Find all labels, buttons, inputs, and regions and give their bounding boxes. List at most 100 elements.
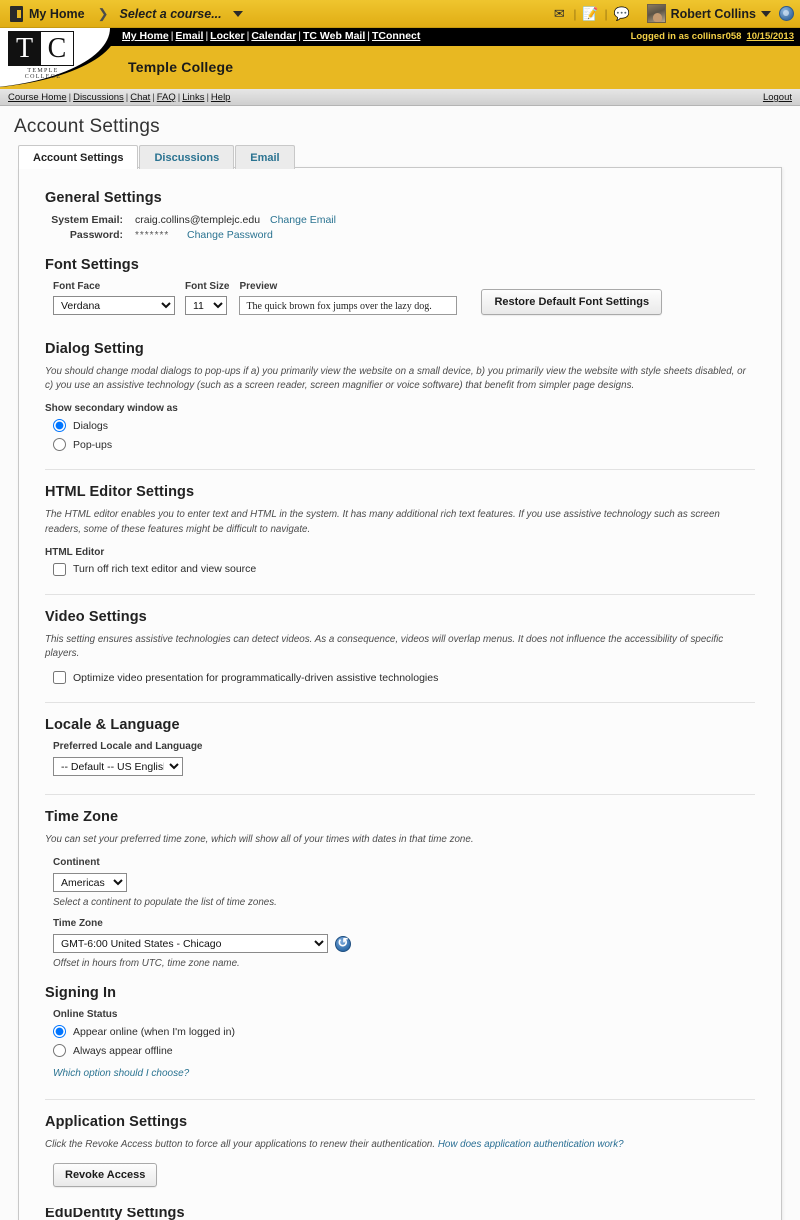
- my-home-link[interactable]: My Home: [29, 7, 85, 21]
- checkbox-rich-text-editor-label: Turn off rich text editor and view sourc…: [73, 563, 257, 576]
- time-zone-note: Offset in hours from UTC, time zone name…: [53, 958, 240, 970]
- refresh-icon[interactable]: [335, 935, 351, 952]
- font-size-select[interactable]: 11: [185, 296, 227, 315]
- chevron-down-icon[interactable]: [232, 10, 243, 17]
- global-top-bar: My Home ❯ Select a course... ✉ | 📝 | 💬 R…: [0, 0, 800, 28]
- settings-panel: General Settings System Email: craig.col…: [18, 167, 782, 1220]
- radio-row-always-offline[interactable]: Always appear offline: [53, 1044, 755, 1058]
- nav-link-locker[interactable]: Locker: [210, 30, 244, 42]
- application-settings-description: Click the Revoke Access button to force …: [45, 1138, 755, 1152]
- black-nav-bar: My Home | Email | Locker | Calendar | TC Web Mai…: [0, 28, 800, 46]
- user-menu-label[interactable]: Robert Collins: [671, 7, 756, 21]
- course-nav-links: Course Home | Discussions | Chat | FAQ | Links | H…: [8, 92, 231, 103]
- globe-icon[interactable]: [779, 6, 794, 21]
- tab-discussions[interactable]: Discussions: [139, 145, 235, 169]
- temple-college-logo[interactable]: T C TEMPLE COLLEGE: [8, 31, 78, 80]
- general-settings-heading: General Settings: [45, 190, 162, 206]
- divider: [45, 794, 755, 796]
- logout-container: Logout: [763, 92, 792, 103]
- course-nav-bar: Course Home | Discussions | Chat | FAQ | Links | H…: [0, 89, 800, 106]
- video-settings-heading: Video Settings: [45, 608, 147, 625]
- avatar[interactable]: [646, 4, 666, 23]
- font-face-label: Font Face: [53, 281, 101, 292]
- logo-letter-t: T: [8, 31, 41, 66]
- top-bar-left: My Home ❯ Select a course...: [10, 5, 243, 22]
- time-zone-label: Time Zone: [53, 918, 103, 930]
- college-name: Temple College: [128, 59, 234, 75]
- html-editor-sublabel: HTML Editor: [45, 546, 105, 558]
- user-chevron-down-icon[interactable]: [761, 10, 771, 17]
- locale-select[interactable]: -- Default -- US English: [53, 757, 183, 777]
- restore-default-font-settings-button[interactable]: Restore Default Font Settings: [481, 289, 663, 315]
- checkbox-row-rich-text-editor[interactable]: Turn off rich text editor and view sourc…: [53, 562, 755, 576]
- edudentity-settings-heading: EduDentity Settings: [45, 1204, 755, 1220]
- online-status-label: Online Status: [53, 1009, 118, 1021]
- radio-row-popups[interactable]: Pop-ups: [53, 438, 755, 452]
- system-email-row: System Email: craig.collins@templejc.edu…: [45, 214, 755, 226]
- nav-link-tconnect[interactable]: TConnect: [372, 30, 420, 42]
- tab-email[interactable]: Email: [235, 145, 295, 169]
- application-auth-help-link[interactable]: How does application authentication work…: [438, 1139, 624, 1150]
- checkbox-row-optimize-video[interactable]: Optimize video presentation for programm…: [53, 671, 755, 685]
- course-nav-discussions[interactable]: Discussions: [73, 92, 124, 103]
- font-settings-row: Font Face Verdana Font Size 11 Preview T…: [53, 281, 755, 315]
- continent-note: Select a continent to populate the list …: [53, 897, 277, 909]
- font-preview-text: The quick brown fox jumps over the lazy …: [239, 296, 458, 315]
- time-zone-select[interactable]: GMT-6:00 United States - Chicago: [53, 934, 328, 954]
- chat-icon[interactable]: 💬: [611, 7, 633, 20]
- preferred-locale-label: Preferred Locale and Language: [53, 741, 203, 753]
- radio-row-appear-online[interactable]: Appear online (when I'm logged in): [53, 1025, 755, 1039]
- course-nav-links[interactable]: Links: [182, 92, 204, 103]
- radio-popups-label: Pop-ups: [73, 438, 113, 451]
- divider: [45, 469, 755, 471]
- nav-link-calendar[interactable]: Calendar: [251, 30, 296, 42]
- tab-account-settings[interactable]: Account Settings: [18, 145, 139, 169]
- time-zone-description: You can set your preferred time zone, wh…: [45, 834, 474, 846]
- nav-link-tc-web-mail[interactable]: TC Web Mail: [303, 30, 365, 42]
- current-date[interactable]: 10/15/2013: [746, 31, 794, 42]
- time-zone-row: GMT-6:00 United States - Chicago: [53, 934, 755, 954]
- which-option-help-link[interactable]: Which option should I choose?: [53, 1068, 189, 1079]
- checkbox-optimize-video[interactable]: [53, 671, 66, 685]
- html-editor-settings-description: The HTML editor enables you to enter tex…: [45, 509, 720, 535]
- course-nav-help[interactable]: Help: [211, 92, 231, 103]
- radio-appear-online-label: Appear online (when I'm logged in): [73, 1025, 235, 1038]
- change-email-link[interactable]: Change Email: [270, 214, 336, 226]
- brand-nav-links: My Home | Email | Locker | Calendar | TC Web Mai…: [122, 30, 421, 42]
- radio-always-offline[interactable]: [53, 1044, 66, 1058]
- password-value: *******: [135, 230, 170, 241]
- font-size-label: Font Size: [185, 281, 230, 292]
- course-nav-faq[interactable]: FAQ: [157, 92, 176, 103]
- breadcrumb-chevron-icon: ❯: [97, 5, 109, 21]
- radio-dialogs-label: Dialogs: [73, 419, 109, 432]
- brand-header: Temple College My Home | Email | Locker | Cale…: [0, 28, 800, 89]
- nav-link-email[interactable]: Email: [175, 30, 203, 42]
- radio-popups[interactable]: [53, 438, 66, 452]
- system-email-label: System Email:: [51, 214, 123, 226]
- gold-band: Temple College: [0, 46, 800, 89]
- radio-appear-online[interactable]: [53, 1025, 66, 1039]
- continent-select[interactable]: Americas: [53, 873, 127, 893]
- checkbox-turn-off-rich-text-editor[interactable]: [53, 562, 66, 576]
- mail-icon[interactable]: ✉: [548, 7, 570, 20]
- divider: |: [573, 6, 577, 21]
- course-selector-label[interactable]: Select a course...: [119, 7, 221, 21]
- nav-link-my-home[interactable]: My Home: [122, 30, 169, 42]
- change-password-link[interactable]: Change Password: [187, 229, 273, 241]
- divider: [45, 1099, 755, 1101]
- font-face-select[interactable]: Verdana: [53, 296, 175, 315]
- course-nav-course-home[interactable]: Course Home: [8, 92, 67, 103]
- html-editor-settings-heading: HTML Editor Settings: [45, 484, 195, 501]
- divider: |: [604, 6, 608, 21]
- notifications-icon[interactable]: 📝: [579, 7, 601, 20]
- password-row: Password: ******* Change Password: [45, 229, 755, 241]
- logout-link[interactable]: Logout: [763, 92, 792, 103]
- home-icon[interactable]: [10, 5, 23, 22]
- radio-row-dialogs[interactable]: Dialogs: [53, 419, 755, 433]
- settings-tabs: Account Settings Discussions Email: [18, 144, 800, 169]
- divider: [45, 593, 755, 595]
- radio-dialogs[interactable]: [53, 419, 66, 433]
- signing-in-heading: Signing In: [45, 985, 117, 1002]
- revoke-access-button[interactable]: Revoke Access: [53, 1162, 158, 1187]
- course-nav-chat[interactable]: Chat: [130, 92, 150, 103]
